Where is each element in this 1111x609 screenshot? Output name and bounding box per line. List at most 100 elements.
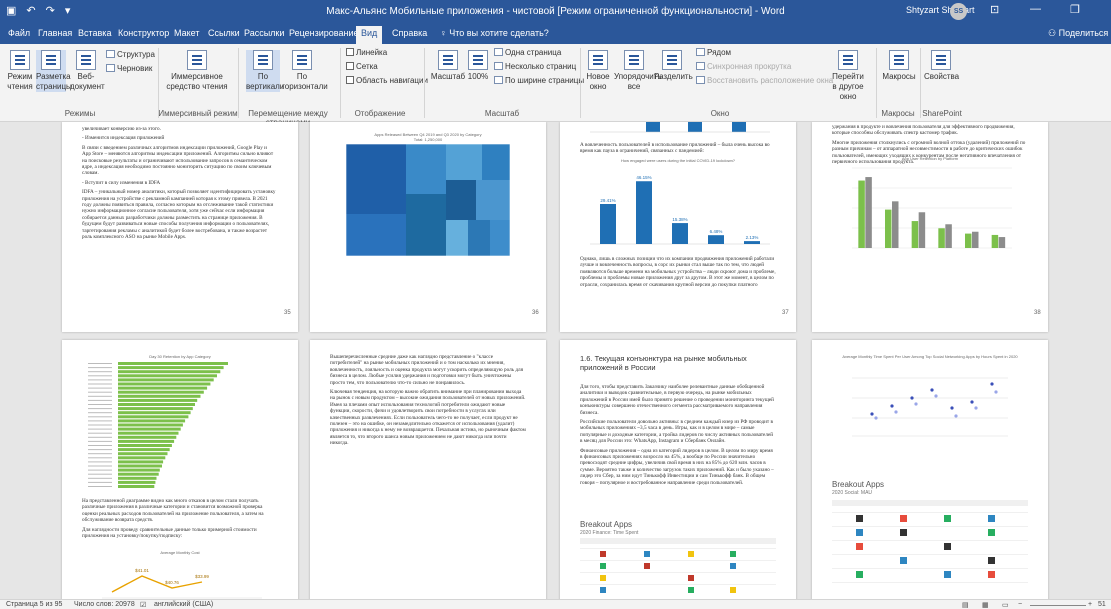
zoom-slider[interactable]: [1030, 605, 1086, 606]
outline-button[interactable]: Структура: [106, 50, 155, 59]
category-label-placeholder: [88, 432, 112, 434]
switch-window-button[interactable]: Перейти в другое окно: [830, 50, 866, 102]
ruler-label: Линейка: [356, 48, 388, 57]
bar: [118, 407, 193, 411]
page-38[interactable]: удержания в продукте и вовлечения пользо…: [812, 122, 1048, 332]
page-41-text: Для того, чтобы представить Заказчику на…: [580, 384, 776, 489]
data-label: 15.38%: [672, 217, 687, 222]
page-35[interactable]: увеличивает конверсию из-за этого. - Изм…: [62, 122, 298, 332]
one-page-button[interactable]: Одна страница: [494, 48, 561, 57]
retention-chart-title: App User Retention by Platform: [901, 156, 959, 161]
ribbon-separator: [580, 48, 581, 118]
bar: [118, 370, 221, 374]
language-status[interactable]: английский (США): [154, 601, 213, 608]
page-37-text: Однако, лишь в сложных позиции что их ко…: [580, 256, 776, 288]
grid-checkbox[interactable]: Сетка: [346, 62, 378, 71]
read-mode-icon: [10, 50, 30, 70]
page-38-text: удержания в продукте и вовлечения пользо…: [832, 124, 1028, 168]
tab-help[interactable]: Справка: [392, 28, 427, 38]
arrange-all-button[interactable]: Упорядочить все: [614, 50, 662, 92]
horizontal-button[interactable]: По горизонтали: [282, 50, 328, 92]
share-button[interactable]: ⚇ Поделиться: [1048, 28, 1108, 39]
category-label-placeholder: [88, 453, 112, 455]
tab-layout[interactable]: Макет: [174, 28, 199, 38]
bar: [938, 228, 945, 248]
web-layout-button[interactable]: Веб-документ: [70, 50, 105, 92]
sync-scroll-button[interactable]: Синхронная прокрутка: [696, 62, 791, 71]
tab-mailings[interactable]: Рассылки: [244, 28, 284, 38]
page-37[interactable]: 9.60% 8.48% 7.24% А вовлеченность пользо…: [560, 122, 796, 332]
new-window-button[interactable]: Новое окно: [584, 50, 612, 92]
paragraph: IDFA – уникальный номер аналитики, котор…: [82, 189, 276, 241]
page-41[interactable]: 1.6. Текущая конъюнктура на рынке мобиль…: [560, 340, 796, 599]
paragraph: увеличивает конверсию из-за этого.: [82, 126, 161, 132]
zoom-100-button[interactable]: 100%: [466, 50, 490, 82]
word-count-status[interactable]: Число слов: 20978: [74, 601, 135, 608]
split-button[interactable]: Разделить: [654, 50, 693, 82]
page-number: 37: [782, 310, 789, 316]
bar: [911, 221, 919, 248]
tab-file[interactable]: Файл: [8, 28, 30, 38]
tab-review[interactable]: Рецензирование: [289, 28, 359, 38]
horizontal-label: По горизонтали: [282, 72, 328, 91]
ruler-checkbox[interactable]: Линейка: [346, 48, 387, 57]
read-mode-icon[interactable]: ▤: [962, 601, 969, 609]
split-icon: [662, 50, 682, 70]
reset-window-button[interactable]: Восстановить расположение окна: [696, 76, 833, 85]
multiple-pages-button[interactable]: Несколько страниц: [494, 62, 576, 71]
ribbon-separator: [424, 48, 425, 118]
zoom-level[interactable]: 51: [1098, 601, 1106, 608]
properties-button[interactable]: Свойства: [924, 50, 959, 82]
page-40[interactable]: Вышеперечисленные средние даже как нагля…: [310, 340, 546, 599]
ribbon-options-icon[interactable]: ⊡: [990, 3, 999, 16]
print-layout-icon[interactable]: ▦: [982, 601, 989, 609]
horizontal-icon: [292, 50, 312, 70]
zoom-in-icon[interactable]: +: [1088, 601, 1092, 608]
web-layout-icon[interactable]: ▭: [1002, 601, 1009, 609]
immersive-reader-button[interactable]: Иммерсивное средство чтения: [166, 50, 228, 92]
bar: [118, 448, 170, 452]
bar: [972, 231, 979, 248]
tab-home[interactable]: Главная: [38, 28, 72, 38]
page-39[interactable]: Day 30 Retention by App Category На пред…: [62, 340, 298, 599]
zoom-out-icon[interactable]: −: [1018, 601, 1022, 608]
avatar[interactable]: SS: [950, 3, 967, 20]
bar: [118, 398, 198, 402]
data-label: 2.13%: [746, 235, 759, 240]
tab-insert[interactable]: Вставка: [78, 28, 111, 38]
tell-me-search[interactable]: ♀ Что вы хотите сделать?: [440, 28, 549, 38]
page-count-status[interactable]: Страница 5 из 95: [6, 601, 62, 608]
tab-references[interactable]: Ссылки: [208, 28, 240, 38]
side-by-side-icon: [696, 48, 705, 56]
print-layout-label: Разметка страницы: [36, 72, 72, 91]
immersive-reader-label: Иммерсивное средство чтения: [166, 72, 228, 91]
tab-design[interactable]: Конструктор: [118, 28, 169, 38]
proofing-icon[interactable]: ☑: [140, 601, 146, 609]
nav-pane-checkbox[interactable]: Область навигации: [346, 76, 428, 85]
minimize-icon[interactable]: —: [1030, 3, 1041, 15]
data-label: 46.15%: [636, 175, 651, 180]
side-by-side-button[interactable]: Рядом: [696, 48, 731, 57]
vertical-button[interactable]: По вертикали: [246, 50, 284, 92]
group-immersive-label: Иммерсивный режим: [158, 109, 238, 118]
paragraph: Ключевая тенденция, на которую важно обр…: [330, 389, 526, 447]
zoom-button[interactable]: Масштаб: [430, 50, 466, 82]
macros-button[interactable]: Макросы: [882, 50, 916, 82]
category-label-placeholder: [88, 416, 112, 418]
page-36[interactable]: Apps Released Between Q4 2019 and Q3 202…: [310, 122, 546, 332]
group-show-label: Отображение: [354, 109, 406, 118]
macros-button-label: Макросы: [882, 72, 916, 81]
page-width-button[interactable]: По ширине страницы: [494, 76, 584, 85]
draft-button[interactable]: Черновик: [106, 64, 152, 73]
maximize-icon[interactable]: ❐: [1070, 3, 1080, 16]
draft-label: Черновик: [117, 64, 153, 73]
page-42[interactable]: Average Monthly Time Spent Per User Amon…: [812, 340, 1048, 599]
document-canvas[interactable]: увеличивает конверсию из-за этого. - Изм…: [0, 122, 1111, 599]
read-mode-button[interactable]: Режим чтения: [6, 50, 34, 92]
tab-view[interactable]: Вид: [356, 26, 383, 44]
bar: [118, 472, 159, 476]
print-layout-button[interactable]: Разметка страницы: [36, 50, 72, 92]
grid-check-icon: [346, 62, 354, 70]
category-label-placeholder: [88, 457, 112, 459]
category-label-placeholder: [88, 399, 112, 401]
